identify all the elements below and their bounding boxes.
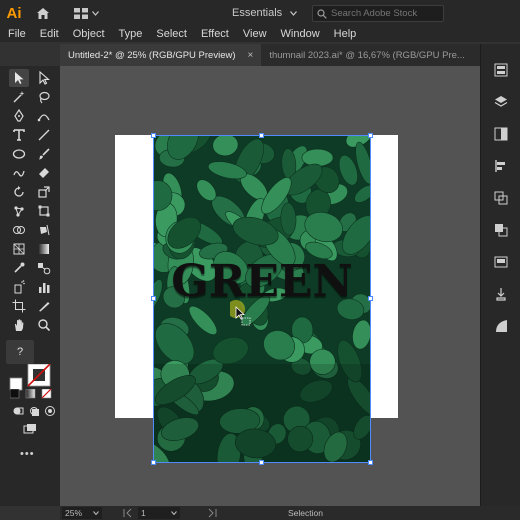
menu-select[interactable]: Select xyxy=(148,28,193,40)
menu-window[interactable]: Window xyxy=(273,28,326,40)
scale-tool-icon[interactable] xyxy=(34,183,54,201)
status-bar: 25% 1 Selection xyxy=(60,506,520,520)
curvature-tool-icon[interactable] xyxy=(34,107,54,125)
symbols-icon[interactable] xyxy=(493,286,509,302)
eyedropper-icon[interactable] xyxy=(9,259,29,277)
free-transform-icon[interactable] xyxy=(34,202,54,220)
help-button[interactable]: ? xyxy=(6,340,34,364)
first-artboard-icon[interactable] xyxy=(122,508,138,520)
tab-label: Untitled-2* @ 25% (RGB/GPU Preview) xyxy=(68,49,236,61)
tools-panel: ? ••• xyxy=(0,66,60,506)
pathfinder-icon[interactable] xyxy=(493,222,509,238)
right-panel-dock xyxy=(480,44,520,506)
artboard-number-field[interactable]: 1 xyxy=(138,507,180,519)
ellipse-tool-icon[interactable] xyxy=(9,145,29,163)
resize-handle[interactable] xyxy=(151,460,156,465)
lasso-icon[interactable] xyxy=(34,88,54,106)
zoom-tool-icon[interactable] xyxy=(34,316,54,334)
fill-stroke-widget[interactable] xyxy=(8,363,51,391)
resize-handle[interactable] xyxy=(151,133,156,138)
workspace-switcher[interactable]: Essentials xyxy=(232,0,298,26)
selection-tool-icon[interactable] xyxy=(9,69,29,87)
properties-icon[interactable] xyxy=(493,62,509,78)
gradient-tool-icon[interactable] xyxy=(34,240,54,258)
artboard-number: 1 xyxy=(141,508,146,518)
app-logo: Ai xyxy=(6,4,22,22)
resize-handle[interactable] xyxy=(259,460,264,465)
direct-selection-tool-icon[interactable] xyxy=(34,69,54,87)
draw-inside-icon[interactable] xyxy=(40,402,60,420)
slice-tool-icon[interactable] xyxy=(34,297,54,315)
resize-handle[interactable] xyxy=(368,133,373,138)
selection-bounding-box xyxy=(153,135,371,463)
puppet-warp-icon[interactable] xyxy=(9,202,29,220)
zoom-level-field[interactable]: 25% xyxy=(62,507,102,519)
layers-icon[interactable] xyxy=(493,94,509,110)
next-artboard-icon[interactable] xyxy=(206,508,222,520)
swatches-icon[interactable] xyxy=(493,254,509,270)
shape-builder-icon[interactable] xyxy=(9,221,29,239)
paintbrush-tool-icon[interactable] xyxy=(34,145,54,163)
shaper-tool-icon[interactable] xyxy=(9,164,29,182)
artboard-tool-icon[interactable] xyxy=(9,297,29,315)
transform-icon[interactable] xyxy=(493,190,509,206)
current-tool-status: Selection xyxy=(288,508,323,518)
menu-edit[interactable]: Edit xyxy=(32,28,65,40)
blend-tool-icon[interactable] xyxy=(34,259,54,277)
live-paint-icon[interactable] xyxy=(34,221,54,239)
arrange-documents-button[interactable] xyxy=(66,0,106,26)
app-bar: Ai Essentials xyxy=(0,0,520,26)
menu-type[interactable]: Type xyxy=(111,28,149,40)
pen-tool-icon[interactable] xyxy=(9,107,29,125)
tab-thumnail-2023[interactable]: thumnail 2023.ai* @ 16,67% (RGB/GPU Pre.… xyxy=(261,44,473,66)
resize-handle[interactable] xyxy=(151,296,156,301)
chevron-down-icon xyxy=(91,10,99,16)
menu-view[interactable]: View xyxy=(235,28,273,40)
line-segment-tool-icon[interactable] xyxy=(34,126,54,144)
illustrator-window: Ai Essentials File Edit Object Type Sele… xyxy=(0,0,520,520)
search-icon xyxy=(317,8,327,19)
close-icon[interactable]: × xyxy=(248,50,254,61)
resize-handle[interactable] xyxy=(259,133,264,138)
resize-handle[interactable] xyxy=(368,296,373,301)
eraser-tool-icon[interactable] xyxy=(34,164,54,182)
chevron-down-icon xyxy=(290,10,298,16)
menu-help[interactable]: Help xyxy=(326,28,363,40)
zoom-value: 25% xyxy=(65,508,83,518)
column-graph-icon[interactable] xyxy=(34,278,54,296)
align-icon[interactable] xyxy=(493,158,509,174)
workspace-label: Essentials xyxy=(232,7,283,19)
mouse-cursor-icon xyxy=(227,300,256,335)
screen-mode-icon[interactable] xyxy=(20,420,40,438)
stock-search-field[interactable] xyxy=(312,5,444,22)
menu-bar: File Edit Object Type Select Effect View… xyxy=(0,26,520,42)
symbol-sprayer-icon[interactable] xyxy=(9,278,29,296)
more-tools-button[interactable]: ••• xyxy=(20,448,35,460)
canvas-area[interactable]: GREEN xyxy=(60,66,480,506)
document-tabs: Untitled-2* @ 25% (RGB/GPU Preview) × th… xyxy=(60,44,480,66)
libraries-icon[interactable] xyxy=(493,126,509,142)
hand-tool-icon[interactable] xyxy=(9,316,29,334)
stock-search-input[interactable] xyxy=(331,8,441,19)
magic-wand-icon[interactable] xyxy=(9,88,29,106)
menu-effect[interactable]: Effect xyxy=(193,28,235,40)
grid-layout-icon xyxy=(73,7,88,19)
rotate-tool-icon[interactable] xyxy=(9,183,29,201)
chevron-down-icon xyxy=(171,511,177,515)
brushes-icon[interactable] xyxy=(493,318,509,334)
tab-untitled-2[interactable]: Untitled-2* @ 25% (RGB/GPU Preview) × xyxy=(60,44,262,66)
menu-file[interactable]: File xyxy=(0,28,32,40)
tab-label: thumnail 2023.ai* @ 16,67% (RGB/GPU Pre.… xyxy=(269,49,465,61)
resize-handle[interactable] xyxy=(368,460,373,465)
menu-object[interactable]: Object xyxy=(65,28,111,40)
type-tool-icon[interactable] xyxy=(9,126,29,144)
perspective-grid-icon[interactable] xyxy=(9,240,29,258)
home-icon[interactable] xyxy=(30,0,56,26)
chevron-down-icon xyxy=(93,511,99,515)
